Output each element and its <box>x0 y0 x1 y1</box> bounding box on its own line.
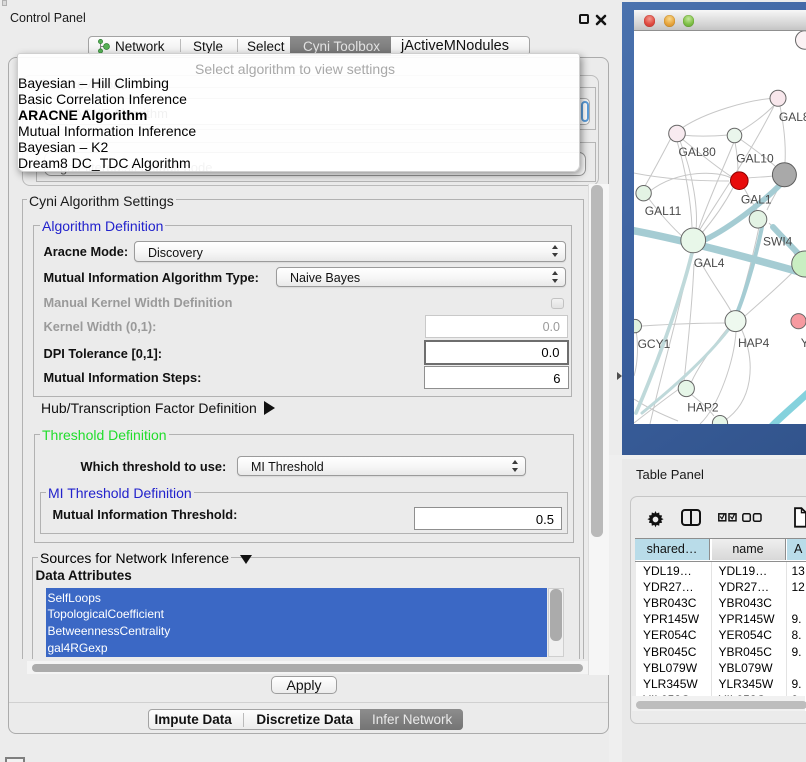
svg-text:GAL8: GAL8 <box>779 110 806 124</box>
svg-text:SWI4: SWI4 <box>763 235 793 249</box>
svg-text:HAP4: HAP4 <box>738 336 770 350</box>
svg-text:GAL10: GAL10 <box>736 152 774 166</box>
svg-text:GAL11: GAL11 <box>645 204 682 218</box>
svg-text:GAL80: GAL80 <box>679 145 717 159</box>
svg-text:GAL4: GAL4 <box>694 256 725 270</box>
svg-text:GAL1: GAL1 <box>741 193 772 207</box>
svg-text:GCY1: GCY1 <box>638 337 671 351</box>
svg-text:Y: Y <box>801 336 806 350</box>
svg-text:HAP2: HAP2 <box>687 401 719 415</box>
